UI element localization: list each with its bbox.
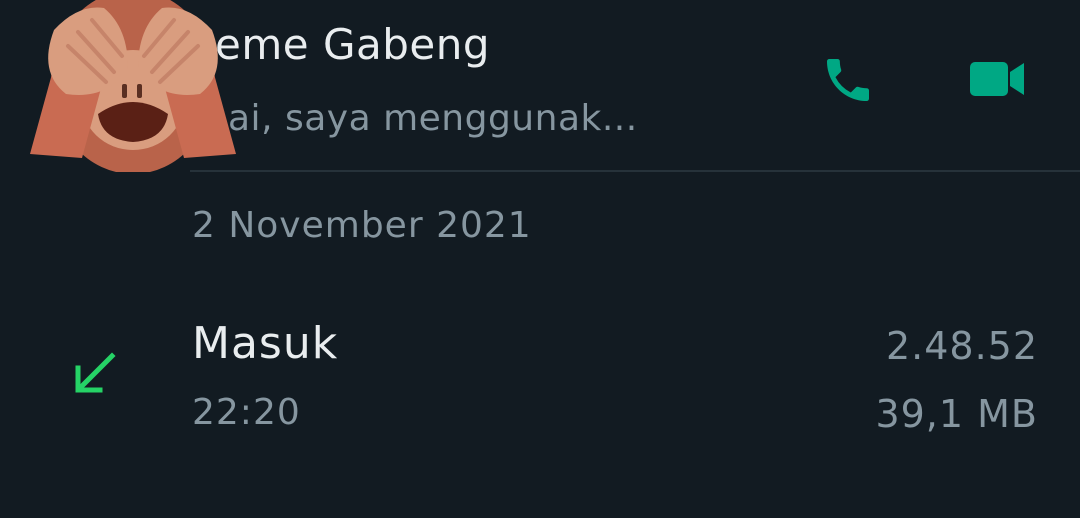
call-time: 22:20 [192,392,301,433]
call-duration: 2.48.52 [885,324,1038,368]
divider [190,170,1080,172]
call-type-label: Masuk [192,318,339,369]
see-no-evil-monkey-icon[interactable] [18,0,248,174]
date-header: 2 November 2021 [192,205,532,246]
data-usage: 39,1 MB [875,392,1038,436]
video-camera-icon[interactable] [966,56,1028,102]
contact-status: ai, saya menggunak... [228,98,638,139]
contact-header[interactable]: eme Gabeng ai, saya menggunak... [0,0,1080,174]
incoming-arrow-icon [72,350,118,396]
contact-name: eme Gabeng [215,20,491,69]
phone-icon[interactable] [820,52,876,108]
call-log-entry[interactable]: Masuk 22:20 2.48.52 39,1 MB [0,300,1080,460]
